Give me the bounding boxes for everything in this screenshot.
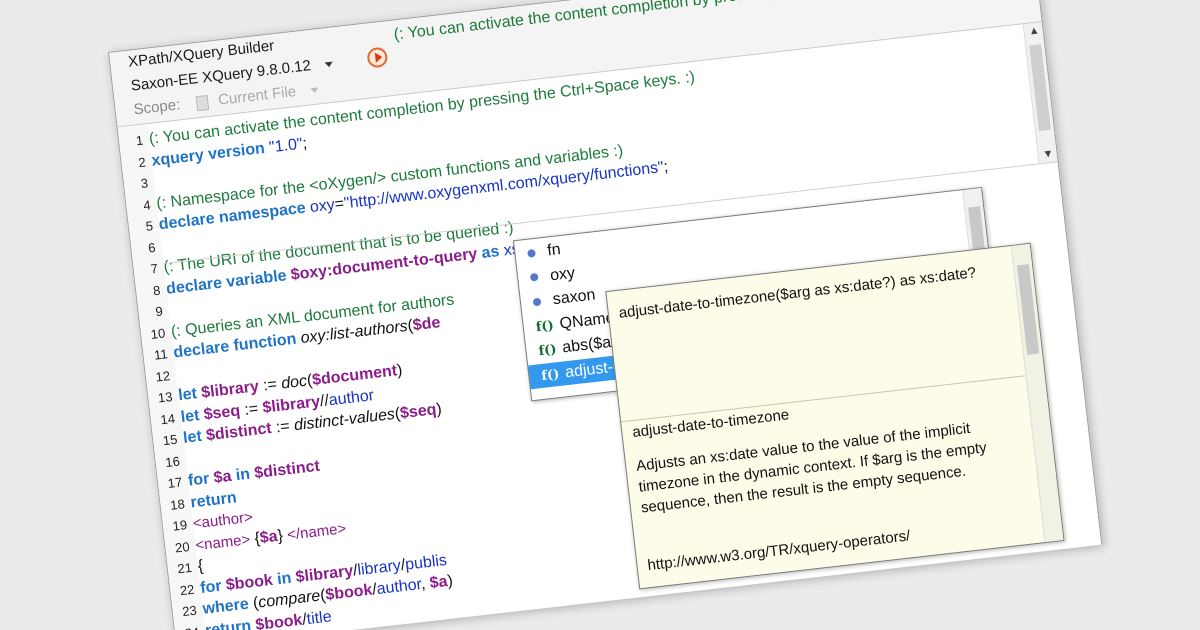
code-token: title (305, 607, 333, 628)
function-icon: f() (540, 366, 561, 384)
namespace-dot-icon (529, 273, 539, 282)
document-icon (195, 94, 210, 111)
code-token: oxy (309, 196, 336, 217)
code-token: := (239, 399, 264, 419)
code-token: $de (411, 314, 442, 335)
code-token: in (271, 568, 297, 589)
code-token: ) (446, 572, 454, 590)
chevron-down-icon[interactable] (309, 86, 319, 93)
code-token: let (182, 427, 208, 447)
code-token: $book (324, 581, 374, 604)
code-token: $a (212, 467, 233, 487)
scope-selector[interactable]: Current File (217, 83, 297, 109)
documentation-scrollbar[interactable] (1010, 243, 1064, 543)
code-token: let (177, 384, 203, 405)
content-completion-hint: (: You can activate the content completi… (392, 0, 941, 44)
code-token: { (196, 557, 205, 576)
namespace-dot-icon (527, 248, 536, 258)
line-number: 24 (174, 621, 200, 630)
code-token: ; (301, 134, 308, 153)
code-token: for (187, 469, 215, 490)
code-token: ) (396, 361, 404, 380)
code-token: as (476, 242, 505, 262)
completion-item-label: oxy (549, 264, 576, 284)
scroll-thumb[interactable] (1017, 264, 1040, 355)
namespace-dot-icon (532, 297, 542, 307)
documentation-popup: adjust-date-to-timezone($arg as xs:date?… (605, 242, 1065, 590)
editor-scrollbar[interactable]: ▲ ▼ (1022, 22, 1058, 164)
code-editor[interactable]: 1 (: You can activate the content complet… (117, 21, 1102, 630)
run-query-button[interactable] (366, 46, 389, 69)
code-token: for (199, 576, 227, 597)
code-token: $distinct (253, 457, 321, 483)
function-icon: f() (537, 342, 558, 360)
code-token: in (230, 465, 256, 485)
code-token: ) (435, 400, 443, 419)
code-token: $book (254, 611, 304, 630)
code-token: := (270, 417, 296, 437)
code-token: </name> (286, 519, 348, 544)
code-token: <name> (194, 530, 252, 554)
scroll-up-icon[interactable]: ▲ (1028, 24, 1040, 37)
doc-spec-link[interactable]: http://www.w3.org/TR/xquery-operators/ (647, 527, 911, 574)
scroll-thumb[interactable] (1029, 44, 1051, 132)
completion-item-label: saxon (551, 286, 597, 309)
code-token: author (375, 576, 422, 598)
completion-item-label: fn (546, 241, 562, 260)
scope-label: Scope: (132, 96, 182, 119)
code-token: $seq (202, 401, 241, 423)
code-token: return (204, 616, 257, 630)
xquery-builder-panel: XPath/XQuery Builder Saxon-EE XQuery 9.8… (108, 0, 1103, 630)
code-token: "1.0" (268, 135, 304, 156)
code-token: let (179, 406, 205, 426)
code-token: ; (662, 158, 670, 176)
code-token: doc (280, 372, 308, 393)
function-icon: f() (535, 317, 555, 335)
code-token: $a (258, 527, 279, 547)
code-token: $distinct (205, 419, 273, 445)
doc-divider (621, 375, 1027, 423)
code-token: $seq (399, 401, 438, 423)
scroll-down-icon[interactable]: ▼ (1042, 148, 1054, 161)
screenshot-stage: XPath/XQuery Builder Saxon-EE XQuery 9.8… (0, 0, 1200, 630)
code-token: := (257, 375, 283, 396)
chevron-down-icon[interactable] (324, 61, 334, 68)
